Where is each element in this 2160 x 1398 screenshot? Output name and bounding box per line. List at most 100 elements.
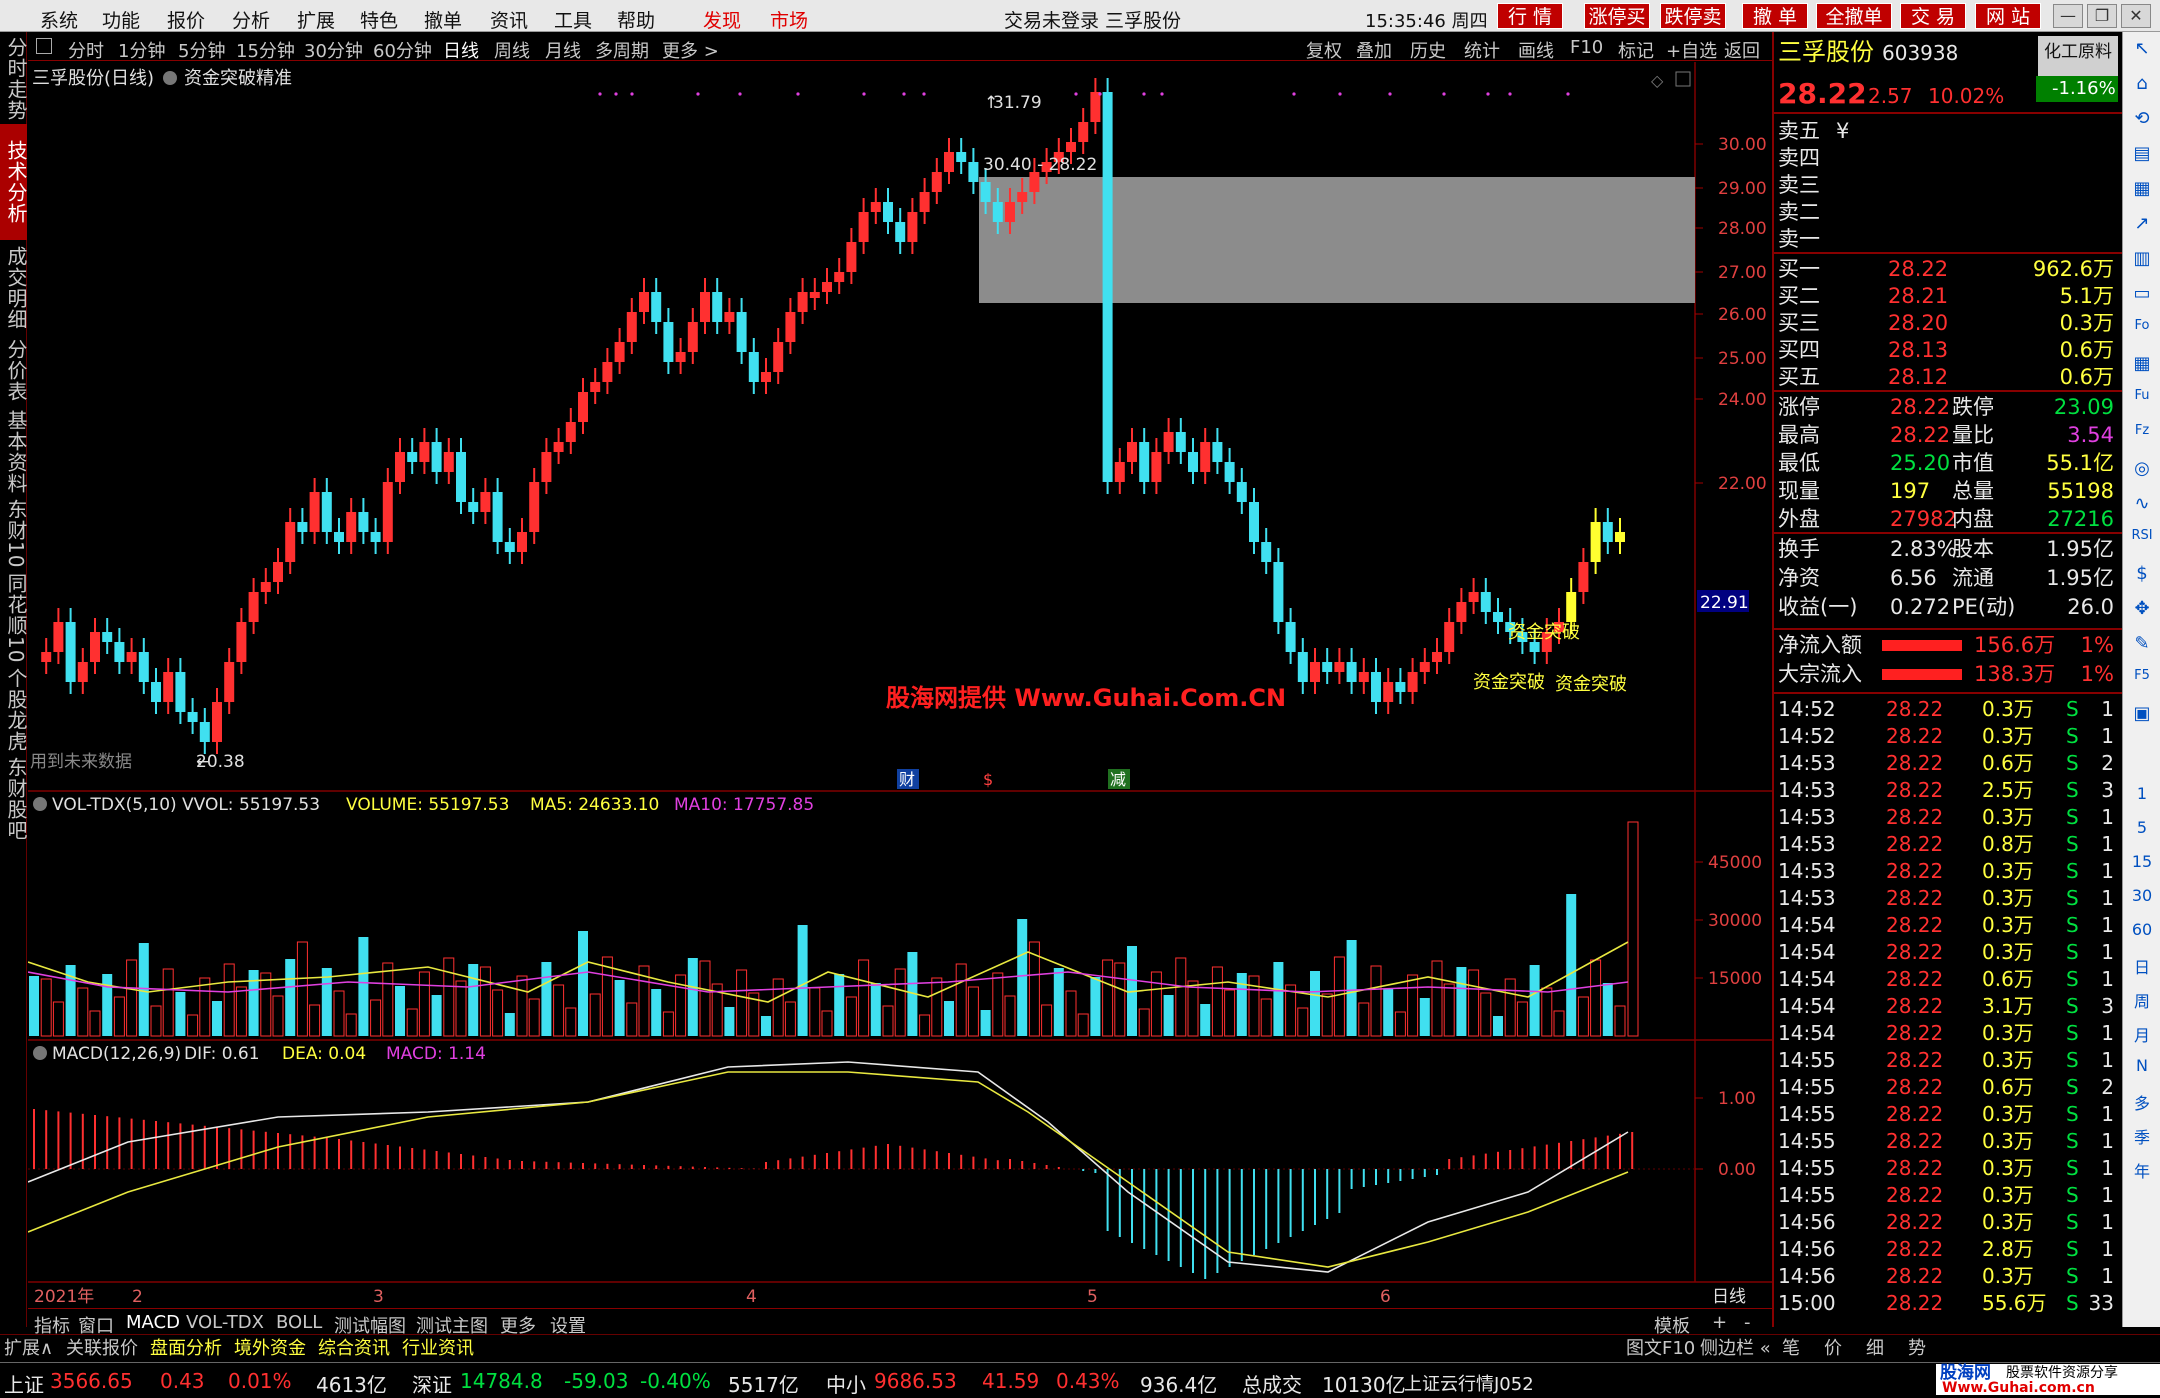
- grid-icon[interactable]: ▦: [2127, 178, 2157, 199]
- ext-market-analysis[interactable]: 盘面分析: [150, 1340, 222, 1358]
- website-button[interactable]: 网 站: [1975, 3, 2041, 29]
- cancel-order-button[interactable]: 撤 单: [1742, 3, 1808, 29]
- event-financial[interactable]: 财: [899, 770, 915, 789]
- buy-row[interactable]: 买五 28.12 0.6万: [1778, 364, 2118, 391]
- cancel-all-button[interactable]: 全撤单: [1816, 3, 1892, 29]
- menu-item-discover[interactable]: 发现: [703, 6, 741, 33]
- ext-industry-news[interactable]: 行业资讯: [402, 1340, 474, 1358]
- menu-item-help[interactable]: 帮助: [617, 6, 655, 33]
- menu-item-info[interactable]: 资讯: [490, 6, 528, 33]
- rsi-icon[interactable]: RSI: [2127, 528, 2157, 543]
- tool-period-年[interactable]: 年: [2127, 1158, 2157, 1182]
- menu-item-extend[interactable]: 扩展: [297, 6, 335, 33]
- sz-index-name[interactable]: 深证: [412, 1369, 452, 1398]
- toolbar-stats[interactable]: 统计: [1464, 37, 1500, 63]
- tool-period-季[interactable]: 季: [2127, 1124, 2157, 1148]
- trade-button[interactable]: 交 易: [1900, 3, 1966, 29]
- ext-trend-tab[interactable]: 势: [1908, 1340, 1926, 1358]
- period-weekly[interactable]: 周线: [494, 37, 530, 63]
- period-more[interactable]: 更多 >: [662, 37, 719, 63]
- tab-dragon-tiger[interactable]: 个股龙虎: [0, 667, 28, 753]
- table-icon[interactable]: ▦: [2127, 353, 2157, 374]
- tab-tonghuashun10[interactable]: 同花顺10: [0, 572, 28, 664]
- ext-detail-tab[interactable]: 细: [1866, 1340, 1884, 1358]
- menu-item-analysis[interactable]: 分析: [232, 6, 270, 33]
- limit-up-buy-button[interactable]: 涨停买: [1584, 3, 1650, 29]
- list-icon[interactable]: ▤: [2127, 143, 2157, 164]
- menu-item-system[interactable]: 系统: [40, 6, 78, 33]
- tool-period-多[interactable]: 多: [2127, 1090, 2157, 1114]
- target-icon[interactable]: ◎: [2127, 458, 2157, 479]
- bars-icon[interactable]: ▥: [2127, 248, 2157, 269]
- f5-icon[interactable]: F5: [2127, 668, 2157, 683]
- ext-toggle[interactable]: 扩展∧: [4, 1340, 53, 1358]
- tab-macd[interactable]: MACD: [126, 1312, 180, 1333]
- tool-period-1[interactable]: 1: [2127, 784, 2157, 803]
- tool-period-日[interactable]: 日: [2127, 954, 2157, 978]
- wave-icon[interactable]: ∿: [2127, 493, 2157, 514]
- sh-index-name[interactable]: 上证: [4, 1369, 44, 1398]
- menu-item-tools[interactable]: 工具: [554, 6, 592, 33]
- zoom-in-button[interactable]: +: [1712, 1312, 1727, 1333]
- toolbar-adjust[interactable]: 复权: [1306, 37, 1342, 63]
- toolbar-back[interactable]: 返回: [1724, 37, 1760, 63]
- tool-period-15[interactable]: 15: [2127, 852, 2157, 871]
- maximize-panel-icon[interactable]: [1675, 71, 1691, 87]
- limit-down-sell-button[interactable]: 跌停卖: [1660, 3, 1726, 29]
- move-icon[interactable]: ✥: [2127, 598, 2157, 619]
- kline-chart[interactable]: 30.0029.0028.0027.0026.0025.0024.0022.00…: [28, 62, 1772, 1308]
- period-daily[interactable]: 日线: [443, 37, 479, 63]
- buy-row[interactable]: 买二 28.21 5.1万: [1778, 283, 2118, 310]
- tab-price-table[interactable]: 分价表: [0, 335, 28, 405]
- period-30min[interactable]: 30分钟: [304, 37, 363, 63]
- cursor-icon[interactable]: ↖: [2127, 38, 2157, 59]
- buy-row[interactable]: 买三 28.20 0.3万: [1778, 310, 2118, 337]
- ext-sidebar[interactable]: 侧边栏 «: [1700, 1340, 1771, 1358]
- ext-tick-tab[interactable]: 笔: [1782, 1340, 1800, 1358]
- toolbar-add-watchlist[interactable]: +自选: [1666, 37, 1717, 63]
- ext-f10[interactable]: 图文F10: [1626, 1340, 1695, 1358]
- window-icon[interactable]: ▭: [2127, 283, 2157, 304]
- event-reduce[interactable]: 减: [1110, 770, 1126, 789]
- zoom-out-button[interactable]: -: [1744, 1312, 1751, 1333]
- zx-index-name[interactable]: 中小: [826, 1369, 866, 1398]
- toolbar-overlay[interactable]: 叠加: [1356, 37, 1392, 63]
- tool-period-周[interactable]: 周: [2127, 988, 2157, 1012]
- fz-icon[interactable]: Fz: [2127, 423, 2157, 438]
- ext-price-tab[interactable]: 价: [1824, 1340, 1842, 1358]
- toolbar-f10[interactable]: F10: [1570, 37, 1603, 58]
- toolbar-history[interactable]: 历史: [1410, 37, 1446, 63]
- menu-item-feature[interactable]: 特色: [360, 6, 398, 33]
- menu-item-market[interactable]: 市场: [770, 6, 808, 33]
- toolbar-mark[interactable]: 标记: [1618, 37, 1654, 63]
- pen-icon[interactable]: ✎: [2127, 633, 2157, 654]
- tool-period-30[interactable]: 30: [2127, 886, 2157, 905]
- period-5min[interactable]: 5分钟: [178, 37, 225, 63]
- tool-period-60[interactable]: 60: [2127, 920, 2157, 939]
- diamond-icon[interactable]: ◇: [1651, 71, 1664, 90]
- restore-icon[interactable]: ❐: [2087, 4, 2117, 28]
- dollar-icon[interactable]: $: [2127, 563, 2157, 584]
- ext-news[interactable]: 综合资讯: [318, 1340, 390, 1358]
- minimize-icon[interactable]: —: [2053, 4, 2083, 28]
- buy-row[interactable]: 买一 28.22 962.6万: [1778, 256, 2118, 283]
- period-monthly[interactable]: 月线: [545, 37, 581, 63]
- box-icon[interactable]: ▣: [2127, 703, 2157, 724]
- buy-row[interactable]: 买四 28.13 0.6万: [1778, 337, 2118, 364]
- period-60min[interactable]: 60分钟: [373, 37, 432, 63]
- menu-item-function[interactable]: 功能: [102, 6, 140, 33]
- tool-period-5[interactable]: 5: [2127, 818, 2157, 837]
- tab-intraday[interactable]: 分时走势: [0, 36, 28, 122]
- refresh-icon[interactable]: ⟲: [2127, 108, 2157, 129]
- close-icon[interactable]: ✕: [2121, 4, 2151, 28]
- toolbar-draw[interactable]: 画线: [1518, 37, 1554, 63]
- tool-period-月[interactable]: 月: [2127, 1022, 2157, 1046]
- period-multi[interactable]: 多周期: [595, 37, 649, 63]
- indicator-toggle-icon[interactable]: [163, 71, 177, 85]
- vol-toggle-icon[interactable]: [33, 797, 47, 811]
- tab-vol-tdx[interactable]: VOL-TDX: [186, 1312, 264, 1333]
- home-icon[interactable]: ⌂: [2127, 73, 2157, 94]
- event-dividend[interactable]: $: [983, 770, 993, 789]
- tab-boll[interactable]: BOLL: [276, 1312, 322, 1333]
- menu-item-quote[interactable]: 报价: [167, 6, 205, 33]
